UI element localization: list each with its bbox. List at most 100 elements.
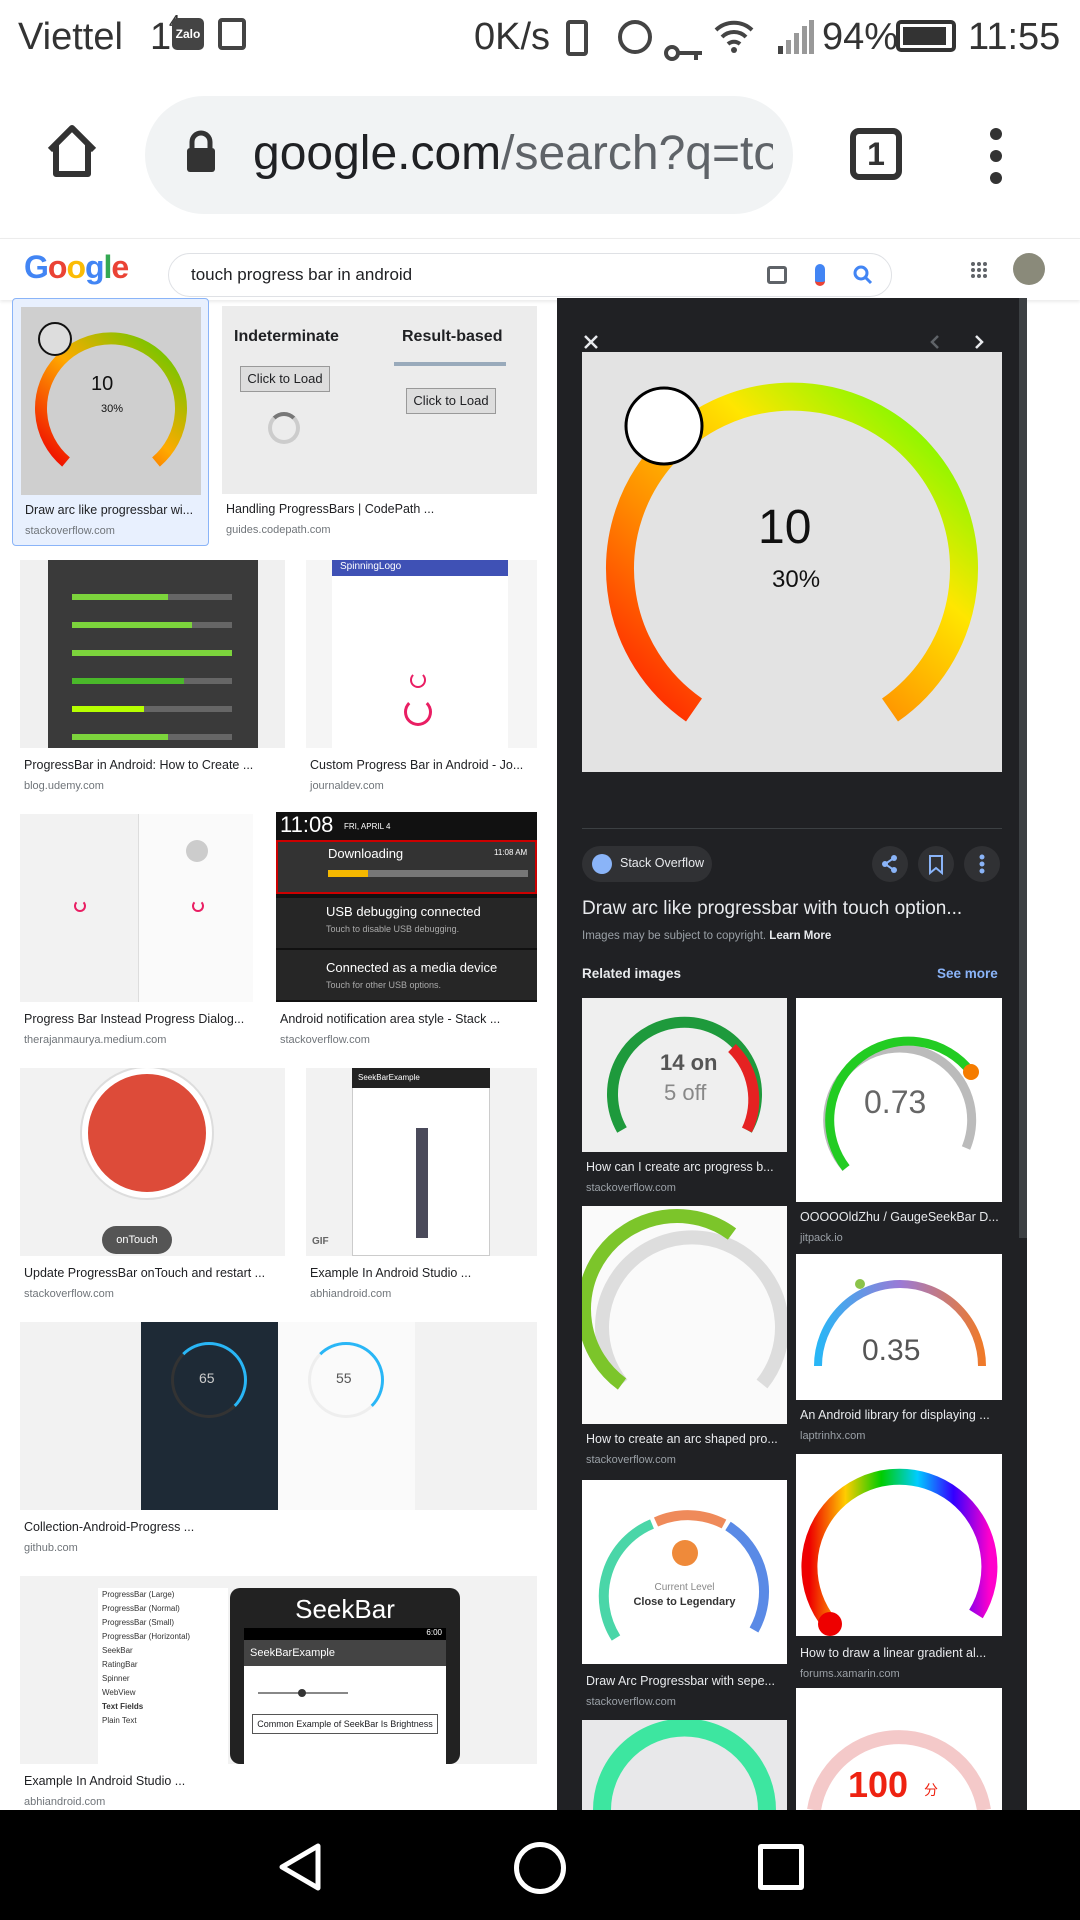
microphone-icon[interactable] bbox=[815, 264, 825, 286]
panel-scrollbar[interactable] bbox=[1019, 298, 1027, 1238]
result-card[interactable]: 65 55 Collection-Android-Progress ... gi… bbox=[20, 1322, 537, 1558]
thumb-media-title: Connected as a media device bbox=[326, 960, 498, 975]
image-preview-panel: 10 30% Stack Overflow Draw arc like prog… bbox=[557, 298, 1027, 1810]
carrier-name: Viettel bbox=[18, 16, 123, 58]
related-card[interactable]: 100 分 bbox=[796, 1688, 1002, 1810]
thumb-list-item: ProgressBar (Large) bbox=[102, 1590, 175, 1599]
search-input[interactable]: touch progress bar in android bbox=[191, 265, 412, 285]
preview-title[interactable]: Draw arc like progressbar with touch opt… bbox=[582, 898, 1012, 920]
result-source: blog.udemy.com bbox=[24, 780, 104, 792]
related-thumbnail: 0.73 bbox=[796, 998, 1002, 1202]
related-caption: OOOOOldZhu / GaugeSeekBar D... bbox=[800, 1210, 999, 1224]
result-source: stackoverflow.com bbox=[280, 1034, 370, 1046]
thumb-list-item: RatingBar bbox=[102, 1660, 138, 1669]
alarm-icon bbox=[618, 20, 652, 54]
google-logo[interactable]: Google bbox=[24, 249, 129, 286]
thumb-indeterminate: Indeterminate bbox=[234, 328, 339, 345]
result-thumbnail: 65 55 bbox=[20, 1322, 537, 1510]
thumb-ontouch: onTouch bbox=[102, 1226, 172, 1254]
result-thumbnail: SeekBarExample GIF bbox=[306, 1068, 537, 1256]
result-caption: Example In Android Studio ... bbox=[24, 1774, 186, 1788]
search-box[interactable]: touch progress bar in android bbox=[168, 253, 892, 297]
thumb-level: Current Level bbox=[654, 1582, 715, 1593]
result-card[interactable]: onTouch Update ProgressBar onTouch and r… bbox=[20, 1068, 285, 1304]
result-card[interactable]: Indeterminate Result-based Click to Load… bbox=[222, 306, 537, 546]
related-card[interactable]: 14 on 5 off How can I create arc progres… bbox=[582, 998, 787, 1198]
related-caption: How can I create arc progress b... bbox=[586, 1160, 774, 1174]
avatar[interactable] bbox=[1013, 253, 1045, 285]
search-icon[interactable] bbox=[853, 265, 873, 285]
home-icon[interactable] bbox=[42, 120, 102, 180]
result-card[interactable]: SeekBarExample GIF Example In Android St… bbox=[306, 1068, 537, 1304]
thumb-appbar: SpinningLogo bbox=[332, 560, 508, 576]
result-caption: Update ProgressBar onTouch and restart .… bbox=[24, 1266, 266, 1280]
close-icon[interactable] bbox=[583, 334, 599, 350]
url-host: google.com bbox=[253, 127, 502, 180]
thumb-palette: ProgressBar (Large) ProgressBar (Normal)… bbox=[98, 1588, 228, 1764]
result-source: abhiandroid.com bbox=[310, 1288, 392, 1300]
thumb-button: Click to Load bbox=[406, 388, 496, 414]
preview-percent: 30% bbox=[772, 566, 821, 593]
thumb-button: Click to Load bbox=[240, 366, 330, 392]
address-bar[interactable]: google.com/search?q=touch bbox=[145, 96, 793, 214]
chevron-right-icon[interactable] bbox=[973, 334, 985, 350]
related-card[interactable]: 0.73 OOOOOldZhu / GaugeSeekBar D... jitp… bbox=[796, 998, 1002, 1248]
thumb-5off: 5 off bbox=[664, 1080, 707, 1105]
result-card[interactable]: 11:08 FRI, APRIL 4 Downloading 11:08 AM … bbox=[276, 812, 537, 1050]
gif-badge: GIF bbox=[312, 1236, 329, 1247]
status-bar: Viettel 1 4 Zalo 0K/s 94% 11:55 bbox=[0, 0, 1080, 76]
lock-icon bbox=[185, 130, 217, 174]
recents-icon[interactable] bbox=[758, 1844, 804, 1890]
spinner-icon bbox=[268, 412, 300, 444]
back-icon[interactable] bbox=[276, 1842, 324, 1892]
thumb-073: 0.73 bbox=[864, 1084, 927, 1120]
result-card[interactable]: 10 30% Draw arc like progressbar wi... s… bbox=[12, 298, 209, 546]
result-source: stackoverflow.com bbox=[24, 1288, 114, 1300]
cell-signal-icon bbox=[778, 20, 814, 54]
related-thumbnail: 100 分 bbox=[796, 1688, 1002, 1810]
result-caption: Android notification area style - Stack … bbox=[280, 1012, 501, 1026]
result-card[interactable]: SpinningLogo Custom Progress Bar in Andr… bbox=[306, 560, 537, 796]
chevron-left-icon[interactable] bbox=[929, 334, 941, 350]
globe-icon bbox=[592, 854, 612, 874]
related-card[interactable]: How to draw a linear gradient al... foru… bbox=[796, 1454, 1002, 1682]
learn-more-link[interactable]: Learn More bbox=[769, 930, 831, 942]
related-card[interactable]: How to create an arc shaped pro... stack… bbox=[582, 1206, 787, 1466]
thumb-value-a: 65 bbox=[199, 1370, 215, 1386]
thumb-dark-panel bbox=[48, 560, 258, 748]
result-caption: ProgressBar in Android: How to Create ..… bbox=[24, 758, 254, 772]
preview-image[interactable]: 10 30% bbox=[582, 352, 1002, 772]
more-options-icon[interactable] bbox=[964, 846, 1000, 882]
thumb-100: 100 bbox=[848, 1764, 909, 1805]
related-card[interactable] bbox=[582, 1720, 787, 1810]
related-card[interactable]: Current Level Close to Legendary Draw Ar… bbox=[582, 1480, 787, 1708]
see-more-link[interactable]: See more bbox=[937, 966, 998, 981]
result-card[interactable]: ProgressBar in Android: How to Create ..… bbox=[20, 560, 285, 796]
google-plus-icon bbox=[82, 1068, 212, 1198]
result-caption: Progress Bar Instead Progress Dialog... bbox=[24, 1012, 245, 1026]
source-name: Stack Overflow bbox=[620, 856, 705, 870]
thumb-usb-row: USB debugging connected Touch to disable… bbox=[276, 898, 537, 948]
related-thumbnail bbox=[582, 1206, 787, 1424]
tab-switcher-button[interactable]: 1 bbox=[850, 128, 902, 180]
thumb-appbar: SeekBarExample bbox=[244, 1640, 446, 1666]
thumb-percent: 30% bbox=[101, 403, 124, 415]
result-thumbnail: Indeterminate Result-based Click to Load… bbox=[222, 306, 537, 494]
apps-grid-icon[interactable] bbox=[970, 261, 988, 279]
thumb-dark-screen: 65 bbox=[141, 1322, 278, 1510]
battery-icon bbox=[896, 20, 956, 52]
thumb-14on: 14 on bbox=[660, 1050, 718, 1075]
signal-type: 1 bbox=[150, 16, 172, 58]
camera-icon[interactable] bbox=[767, 266, 787, 284]
related-card[interactable]: 0.35 An Android library for displaying .… bbox=[796, 1254, 1002, 1448]
result-caption: Draw arc like progressbar wi... bbox=[25, 503, 194, 517]
share-icon[interactable] bbox=[872, 846, 908, 882]
home-circle-icon[interactable] bbox=[514, 1842, 566, 1894]
url-path: /search?q=touch bbox=[501, 127, 773, 180]
source-chip[interactable]: Stack Overflow bbox=[582, 846, 712, 882]
bookmark-icon[interactable] bbox=[918, 846, 954, 882]
related-source: stackoverflow.com bbox=[586, 1182, 676, 1194]
more-menu-icon[interactable] bbox=[986, 128, 1006, 184]
result-card[interactable]: ProgressBar (Large) ProgressBar (Normal)… bbox=[20, 1576, 537, 1812]
result-card[interactable]: Progress Bar Instead Progress Dialog... … bbox=[20, 814, 253, 1050]
